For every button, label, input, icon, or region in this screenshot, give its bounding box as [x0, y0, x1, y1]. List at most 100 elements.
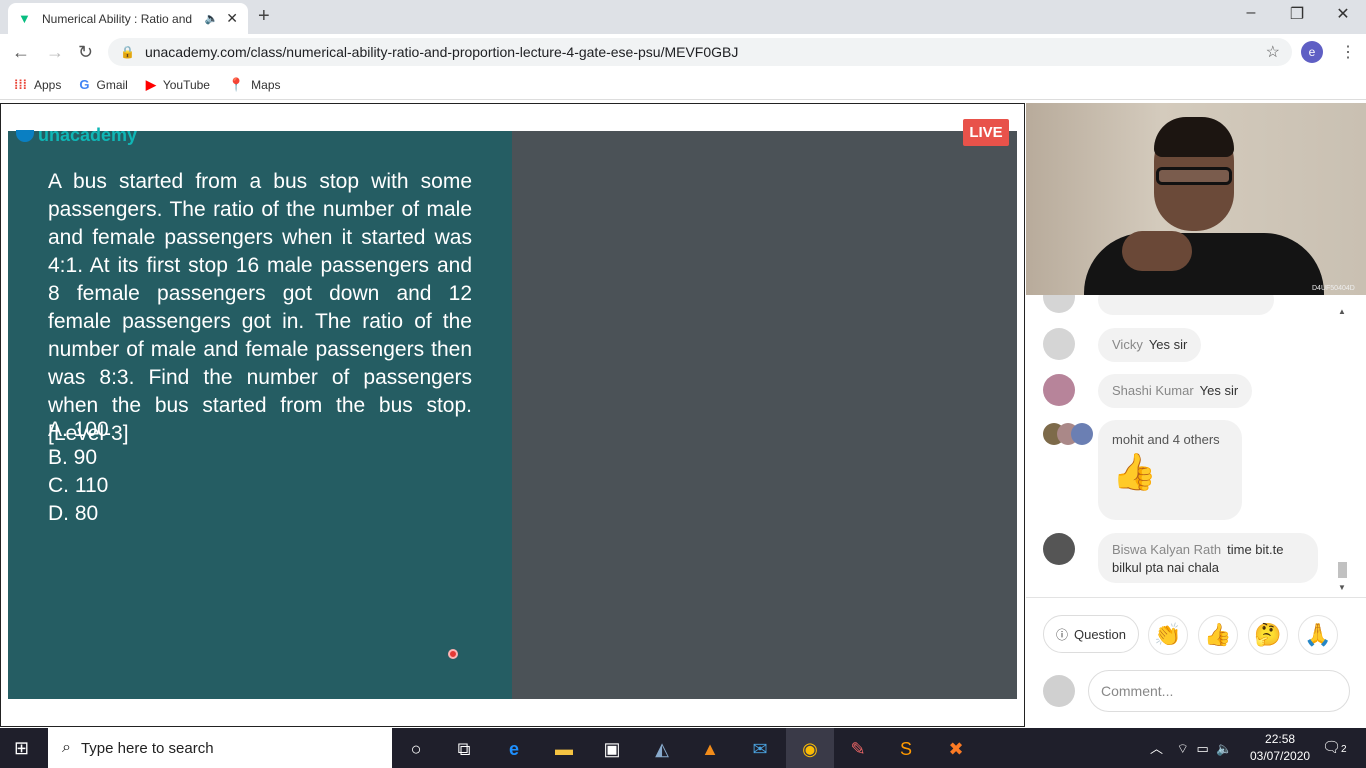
graduation-cap-icon — [16, 130, 34, 143]
chat-message: Biswa Kalyan Rath time bit.te bilkul pta … — [1098, 533, 1318, 583]
edge-icon[interactable]: e — [496, 734, 532, 764]
laser-pointer — [448, 649, 458, 659]
bookmark-gmail[interactable]: G Gmail — [79, 77, 127, 92]
question-mark-icon: ⓘ — [1055, 627, 1068, 642]
system-tray[interactable]: ︿ ⌔ ▭ 🔈 — [1150, 738, 1233, 757]
clock[interactable]: 22:58 03/07/2020 — [1250, 731, 1310, 765]
chat-author: Biswa Kalyan Rath — [1112, 542, 1222, 557]
option-a: A. 100 — [48, 418, 109, 441]
avatar — [1071, 423, 1093, 445]
xampp-icon[interactable]: ✖ — [938, 734, 974, 764]
bookmark-label: Apps — [34, 77, 62, 92]
menu-icon[interactable]: ⋮ — [1340, 42, 1356, 62]
bookmark-apps[interactable]: ⁞⁞⁞ Apps — [14, 77, 61, 92]
comment-input[interactable]: Comment... — [1088, 670, 1350, 712]
browser-tab[interactable]: ▼ Numerical Ability : Ratio and 🔈 ✕ — [8, 3, 248, 34]
laptop-icon[interactable]: ◭ — [644, 734, 680, 764]
presenter-body — [1084, 233, 1324, 295]
chat-bubble-partial — [1098, 295, 1274, 315]
clock-time: 22:58 — [1265, 732, 1296, 746]
close-tab-icon[interactable]: ✕ — [226, 10, 238, 27]
search-placeholder: Type here to search — [80, 739, 214, 757]
avatar — [1043, 295, 1075, 313]
chat-text: Yes sir — [1148, 337, 1188, 352]
address-bar[interactable]: 🔒 unacademy.com/class/numerical-ability-… — [108, 38, 1292, 66]
minimize-button[interactable]: – — [1228, 4, 1274, 22]
bookmark-maps[interactable]: 📍 Maps — [228, 77, 281, 93]
bookmark-label: YouTube — [162, 77, 210, 92]
mail-icon[interactable]: ✉ — [742, 734, 778, 764]
chat-message: Shashi Kumar Yes sir — [1098, 374, 1253, 408]
vlc-icon[interactable]: ▲ — [692, 734, 728, 764]
bookmark-label: Maps — [251, 77, 281, 92]
apps-grid-icon: ⁞⁞⁞ — [14, 77, 27, 92]
camera-id: D4UF50404D — [1312, 285, 1355, 292]
google-icon: G — [79, 77, 90, 92]
avatar — [1043, 328, 1075, 360]
taskbar-search[interactable]: ⌕ Type here to search — [48, 728, 392, 768]
clap-reaction-button[interactable]: 👏 — [1148, 615, 1188, 655]
tab-title: Numerical Ability : Ratio and — [42, 11, 193, 26]
scroll-up-icon[interactable]: ▲ — [1338, 307, 1346, 316]
avatar — [1043, 533, 1075, 565]
logo-text: unacademy — [38, 125, 138, 145]
store-icon[interactable]: ▣ — [594, 734, 630, 764]
question-button[interactable]: ⓘ Question — [1043, 615, 1139, 653]
forward-icon[interactable]: → — [46, 42, 64, 63]
cortana-icon[interactable]: ○ — [398, 734, 434, 764]
scroll-thumb[interactable] — [1338, 562, 1347, 578]
pray-reaction-button[interactable]: 🙏 — [1298, 615, 1338, 655]
chat-reaction-message: mohit and 4 others 👍 — [1098, 420, 1242, 520]
maps-pin-icon: 📍 — [227, 76, 245, 92]
sublime-icon[interactable]: S — [888, 734, 924, 764]
option-b: B. 90 — [48, 446, 98, 469]
wifi-icon[interactable]: ⌔ — [1177, 741, 1189, 756]
chat-author: Shashi Kumar — [1112, 383, 1194, 398]
bookmark-label: Gmail — [96, 77, 128, 92]
clock-date: 03/07/2020 — [1250, 749, 1311, 763]
task-view-icon[interactable]: ⧉ — [446, 734, 482, 764]
unacademy-favicon-icon: ▼ — [18, 10, 31, 26]
file-explorer-icon[interactable]: ▬ — [546, 734, 582, 764]
bookmark-star-icon[interactable]: ☆ — [1266, 42, 1280, 62]
bookmark-youtube[interactable]: ▶ YouTube — [146, 77, 210, 93]
webcam-feed — [1026, 103, 1366, 295]
battery-icon[interactable]: ▭ — [1197, 741, 1209, 756]
thinking-reaction-button[interactable]: 🤔 — [1248, 615, 1288, 655]
chat-scrollbar[interactable]: ▲ ▼ — [1335, 305, 1350, 595]
scroll-down-icon[interactable]: ▼ — [1338, 583, 1346, 592]
user-avatar — [1043, 675, 1075, 707]
presenter-glasses — [1156, 167, 1232, 185]
presenter-hand — [1122, 231, 1192, 271]
paint-icon[interactable]: ✎ — [840, 734, 876, 764]
chat-message: Vicky Yes sir — [1098, 328, 1202, 362]
options-list: A. 100 B. 90 C. 110 D. 80 — [48, 416, 109, 528]
chat-text: Yes sir — [1199, 383, 1239, 398]
notification-center-icon[interactable]: 🗨2 — [1322, 738, 1347, 756]
chevron-up-icon[interactable]: ︿ — [1150, 741, 1163, 756]
question-label: Question — [1073, 626, 1127, 642]
profile-avatar[interactable]: e — [1301, 41, 1323, 63]
url-text: unacademy.com/class/numerical-ability-ra… — [144, 44, 739, 60]
reload-icon[interactable]: ↻ — [78, 42, 93, 63]
option-d: D. 80 — [48, 502, 99, 525]
thumbs-up-reaction-button[interactable]: 👍 — [1198, 615, 1238, 655]
unacademy-logo: unacademy — [16, 125, 137, 146]
close-window-button[interactable]: ✕ — [1320, 4, 1366, 24]
windows-start-icon[interactable]: ⊞ — [14, 738, 29, 759]
chat-author: mohit and 4 others — [1112, 432, 1220, 447]
lock-icon: 🔒 — [120, 45, 135, 59]
volume-icon[interactable]: 🔈 — [1216, 741, 1232, 756]
maximize-button[interactable]: ❐ — [1274, 4, 1320, 24]
chrome-icon[interactable]: ◉ — [792, 734, 828, 764]
speaker-icon[interactable]: 🔈 — [205, 12, 219, 25]
chat-panel: Vicky Yes sir Shashi Kumar Yes sir mohit a… — [1026, 295, 1366, 598]
question-text: A bus started from a bus stop with some … — [48, 170, 472, 445]
avatar — [1043, 374, 1075, 406]
thumbs-up-icon: 👍 — [1112, 451, 1157, 492]
live-badge: LIVE — [963, 119, 1009, 146]
new-tab-button[interactable]: + — [258, 5, 270, 28]
chat-author: Vicky — [1112, 337, 1143, 352]
youtube-icon: ▶ — [145, 76, 156, 92]
back-icon[interactable]: ← — [12, 42, 30, 63]
